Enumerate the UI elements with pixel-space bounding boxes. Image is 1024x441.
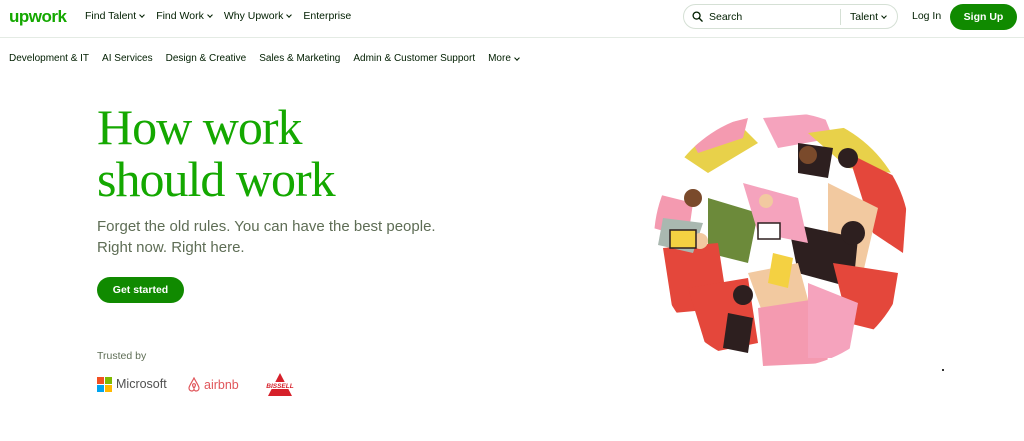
microsoft-icon [97,377,112,392]
search-icon [692,11,703,22]
nav-find-work[interactable]: Find Work [156,10,213,22]
main-nav: Find Talent Find Work Why Upwork Enterpr… [85,10,363,22]
nav-why-upwork-label: Why Upwork [223,10,284,22]
category-development-it[interactable]: Development & IT [9,53,89,64]
hero-subtitle-line-2: Right now. Right here. [97,239,245,256]
chevron-down-icon [514,54,520,61]
category-admin-support[interactable]: Admin & Customer Support [353,53,475,64]
chevron-down-icon [881,13,887,19]
airbnb-icon [188,377,200,392]
search-scope-label: Talent [850,11,879,23]
search-input[interactable]: Search [709,11,742,23]
nav-enterprise[interactable]: Enterprise [303,10,351,22]
microsoft-logo: Microsoft [97,377,167,392]
chevron-down-icon [139,12,146,18]
category-nav: Development & IT AI Services Design & Cr… [9,53,532,64]
bissell-logo: BISSELL [262,372,298,398]
upwork-logo[interactable]: upwork [9,7,67,27]
airbnb-logo: airbnb [187,377,239,392]
nav-divider [0,37,1024,38]
bissell-icon: BISSELL [262,373,298,396]
nav-find-talent-label: Find Talent [85,10,137,22]
get-started-button[interactable]: Get started [97,277,184,303]
search-scope-dropdown[interactable]: Talent [850,11,887,23]
nav-find-talent[interactable]: Find Talent [85,10,146,22]
chevron-down-icon [286,12,293,18]
category-design-creative[interactable]: Design & Creative [166,53,247,64]
chevron-down-icon [207,12,213,18]
hero-subtitle: Forget the old rules. You can have the b… [97,216,457,258]
nav-enterprise-label: Enterprise [303,10,352,22]
category-more-label: More [488,53,511,64]
svg-text:BISSELL: BISSELL [266,383,293,390]
stray-dot [942,369,944,371]
search-bar[interactable]: Search Talent [683,4,898,29]
trusted-by-label: Trusted by [97,350,147,362]
airbnb-text: airbnb [204,377,239,392]
nav-find-work-label: Find Work [156,10,204,22]
hero-title: How work should work [97,99,336,207]
signup-button[interactable]: Sign Up [950,4,1017,30]
category-sales-marketing[interactable]: Sales & Marketing [259,53,340,64]
hero-title-line-1: How work [97,99,302,155]
top-navigation: upwork Find Talent Find Work Why Upwork … [0,0,1024,36]
login-link[interactable]: Log In [912,10,941,22]
hero-illustration [654,113,910,366]
category-more[interactable]: More [488,53,520,64]
category-ai-services[interactable]: AI Services [102,53,153,64]
hero-title-line-2: should work [97,151,336,207]
microsoft-text: Microsoft [116,377,167,391]
search-divider [840,9,841,25]
hero-subtitle-line-1: Forget the old rules. You can have the b… [97,218,436,235]
nav-why-upwork[interactable]: Why Upwork [223,10,293,22]
